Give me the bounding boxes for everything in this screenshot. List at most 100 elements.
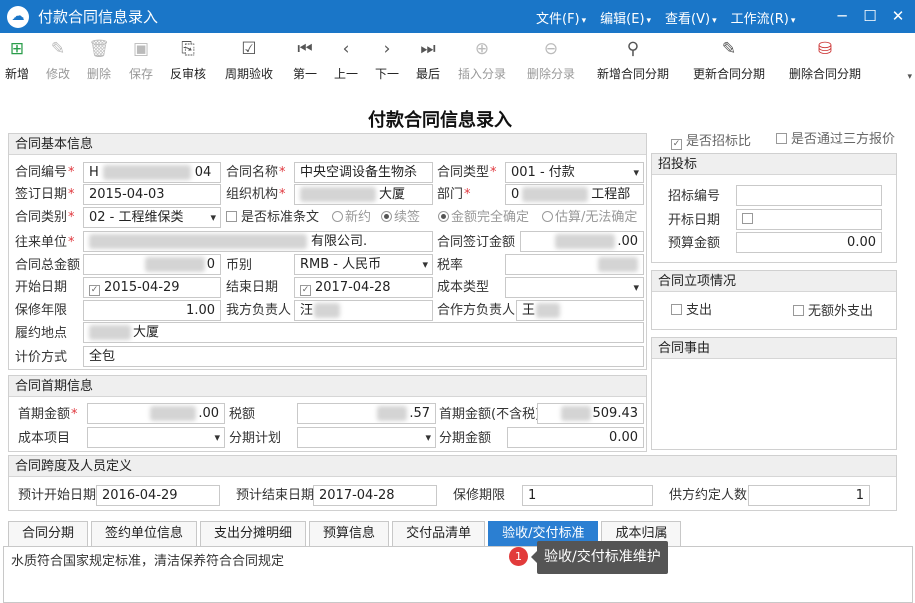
title-bar: ☁ 付款合同信息录入 文件(F) 编辑(E) 查看(V) 工作流(R) ─ ☐ … — [0, 0, 915, 33]
location-field[interactable]: 大厦 — [83, 322, 644, 343]
tab-expense-allocation[interactable]: 支出分摊明细 — [200, 521, 307, 546]
bid-date-field[interactable] — [736, 209, 882, 230]
checkbox-checked-icon: ✓ — [671, 139, 682, 150]
first-button[interactable]: ⏮ 第一 — [293, 38, 317, 82]
our-owner-field[interactable]: 汪 — [294, 300, 433, 321]
partner-owner-label: 合作方负责人 — [437, 303, 516, 318]
cost-item-label: 成本项目 — [18, 431, 71, 446]
menu-file[interactable]: 文件(F) — [536, 8, 586, 27]
bid-compare-checkbox[interactable]: ✓ 是否招标比 — [671, 132, 751, 152]
no-extra-checkbox[interactable]: 无额外支出 — [793, 302, 873, 322]
supplier-count-label: 供方约定人数 — [669, 488, 748, 503]
save-button[interactable]: ▣ 保存 — [129, 38, 153, 82]
tab-installments[interactable]: 合同分期 — [8, 521, 89, 546]
est-start-field[interactable]: 2016-04-29 — [96, 485, 220, 506]
partner-owner-field[interactable]: 王 — [516, 300, 644, 321]
est-end-field[interactable]: 2017-04-28 — [313, 485, 437, 506]
close-icon[interactable]: ✕ — [887, 5, 909, 27]
insert-row-button[interactable]: ⊕ 插入分录 — [458, 38, 506, 82]
delete-row-button[interactable]: ⊖ 删除分录 — [527, 38, 575, 82]
total-amount-label: 合同总金额 — [15, 258, 81, 273]
delete-installment-button[interactable]: ⛁ 删除合同分期 — [789, 38, 861, 82]
contract-type-label: 合同类型* — [437, 165, 497, 180]
modify-button[interactable]: ✎ 修改 — [46, 38, 70, 82]
supplier-count-field[interactable]: 1 — [748, 485, 870, 506]
acceptance-standard-textarea[interactable]: 水质符合国家规定标准，清洁保养符合合同规定 — [3, 546, 913, 603]
contract-no-field[interactable]: H 04 — [83, 162, 221, 183]
tab-deliverables[interactable]: 交付品清单 — [392, 521, 486, 546]
span-warranty-label: 保修期限 — [453, 488, 506, 503]
delete-row-icon: ⊖ — [543, 39, 559, 59]
step-badge: 1 — [509, 547, 528, 566]
minimize-icon[interactable]: ─ — [831, 5, 853, 27]
maximize-icon[interactable]: ☐ — [859, 5, 881, 27]
tax-amount-label: 税额 — [229, 407, 256, 422]
menu-workflow[interactable]: 工作流(R) — [731, 8, 796, 27]
cost-item-select[interactable] — [87, 427, 225, 448]
basic-info-header: 合同基本信息 — [9, 134, 646, 155]
plan-select[interactable] — [297, 427, 436, 448]
tab-signing-units[interactable]: 签约单位信息 — [91, 521, 198, 546]
delete-button[interactable]: 🗑 删除 — [87, 38, 111, 82]
radio-amount-full[interactable]: 金额完全确定 — [438, 208, 529, 228]
menu-edit[interactable]: 编辑(E) — [600, 8, 651, 27]
org-field[interactable]: 大厦 — [294, 184, 433, 205]
category-label: 合同类别* — [15, 210, 75, 225]
third-party-checkbox[interactable]: 是否通过三方报价 — [776, 130, 895, 150]
unaudit-icon: ⎘ — [181, 39, 195, 59]
end-date-label: 结束日期 — [226, 280, 279, 295]
toolbar: ⊞ 新增 ✎ 修改 🗑 删除 ▣ 保存 ⎘ 反审核 ☑ 周期验收 ⏮ 第一 ‹ 上一 › 下一 ⏭… — [0, 38, 915, 90]
cost-type-select[interactable] — [505, 277, 644, 298]
next-button[interactable]: › 下一 — [375, 38, 399, 82]
tax-rate-field[interactable] — [505, 254, 644, 275]
bid-no-field[interactable] — [736, 185, 882, 206]
toolbar-overflow-icon[interactable]: ▾ — [907, 72, 912, 82]
cycle-check-button[interactable]: ☑ 周期验收 — [225, 38, 273, 82]
pricing-label: 计价方式 — [15, 350, 68, 365]
partner-field[interactable]: 有限公司. — [83, 231, 433, 252]
span-warranty-field[interactable]: 1 — [522, 485, 653, 506]
contract-type-select[interactable]: 001 - 付款 — [505, 162, 644, 183]
radio-amount-est[interactable]: 估算/无法确定 — [542, 208, 637, 228]
tooltip: 验收/交付标准维护 — [531, 541, 668, 574]
next-icon: › — [383, 39, 391, 59]
tab-budget[interactable]: 预算信息 — [309, 521, 390, 546]
tax-amount-field[interactable]: .57 — [297, 403, 436, 424]
add-installment-button[interactable]: ⚲ 新增合同分期 — [597, 38, 669, 82]
update-installment-button[interactable]: ✎ 更新合同分期 — [693, 38, 765, 82]
installment-amount-field[interactable]: 0.00 — [507, 427, 644, 448]
est-start-label: 预计开始日期 — [18, 488, 97, 503]
first-amount-field[interactable]: .00 — [87, 403, 225, 424]
std-clause-checkbox[interactable]: 是否标准条文 — [226, 208, 319, 228]
category-select[interactable]: 02 - 工程维保类 — [83, 207, 221, 228]
menu-view[interactable]: 查看(V) — [665, 8, 717, 27]
bid-no-label: 招标编号 — [668, 189, 721, 204]
sign-date-field[interactable]: 2015-04-03 — [83, 184, 221, 205]
currency-select[interactable]: RMB - 人民币 — [294, 254, 433, 275]
installment-amount-label: 分期金额 — [439, 431, 492, 446]
start-date-field[interactable]: ✓ 2015-04-29 — [83, 277, 221, 298]
delete-installment-icon: ⛁ — [817, 39, 833, 59]
budget-field[interactable]: 0.00 — [736, 232, 882, 253]
add-button[interactable]: ⊞ 新增 — [5, 38, 29, 82]
last-button[interactable]: ⏭ 最后 — [416, 38, 440, 82]
plan-label: 分期计划 — [229, 431, 282, 446]
pricing-field[interactable]: 全包 — [83, 346, 644, 367]
dept-field[interactable]: 0 工程部 — [505, 184, 644, 205]
contract-name-field[interactable]: 中央空调设备生物杀 — [294, 162, 433, 183]
prev-button[interactable]: ‹ 上一 — [334, 38, 358, 82]
warranty-field[interactable]: 1.00 — [83, 300, 221, 321]
expense-checkbox[interactable]: 支出 — [671, 301, 712, 321]
end-date-field[interactable]: ✓ 2017-04-28 — [294, 277, 433, 298]
total-amount-field[interactable]: 0 — [83, 254, 221, 275]
unaudit-button[interactable]: ⎘ 反审核 — [170, 38, 206, 82]
bid-header: 招投标 — [652, 154, 896, 175]
first-amount-label: 首期金额* — [18, 407, 78, 422]
sign-amount-field[interactable]: .00 — [520, 231, 644, 252]
edit-icon: ✎ — [50, 39, 66, 59]
radio-renew[interactable]: 续签 — [381, 208, 420, 228]
radio-selected-icon — [381, 211, 392, 222]
radio-new[interactable]: 新约 — [332, 208, 371, 228]
radio-icon — [542, 211, 553, 222]
first-notax-field[interactable]: 509.43 — [537, 403, 644, 424]
